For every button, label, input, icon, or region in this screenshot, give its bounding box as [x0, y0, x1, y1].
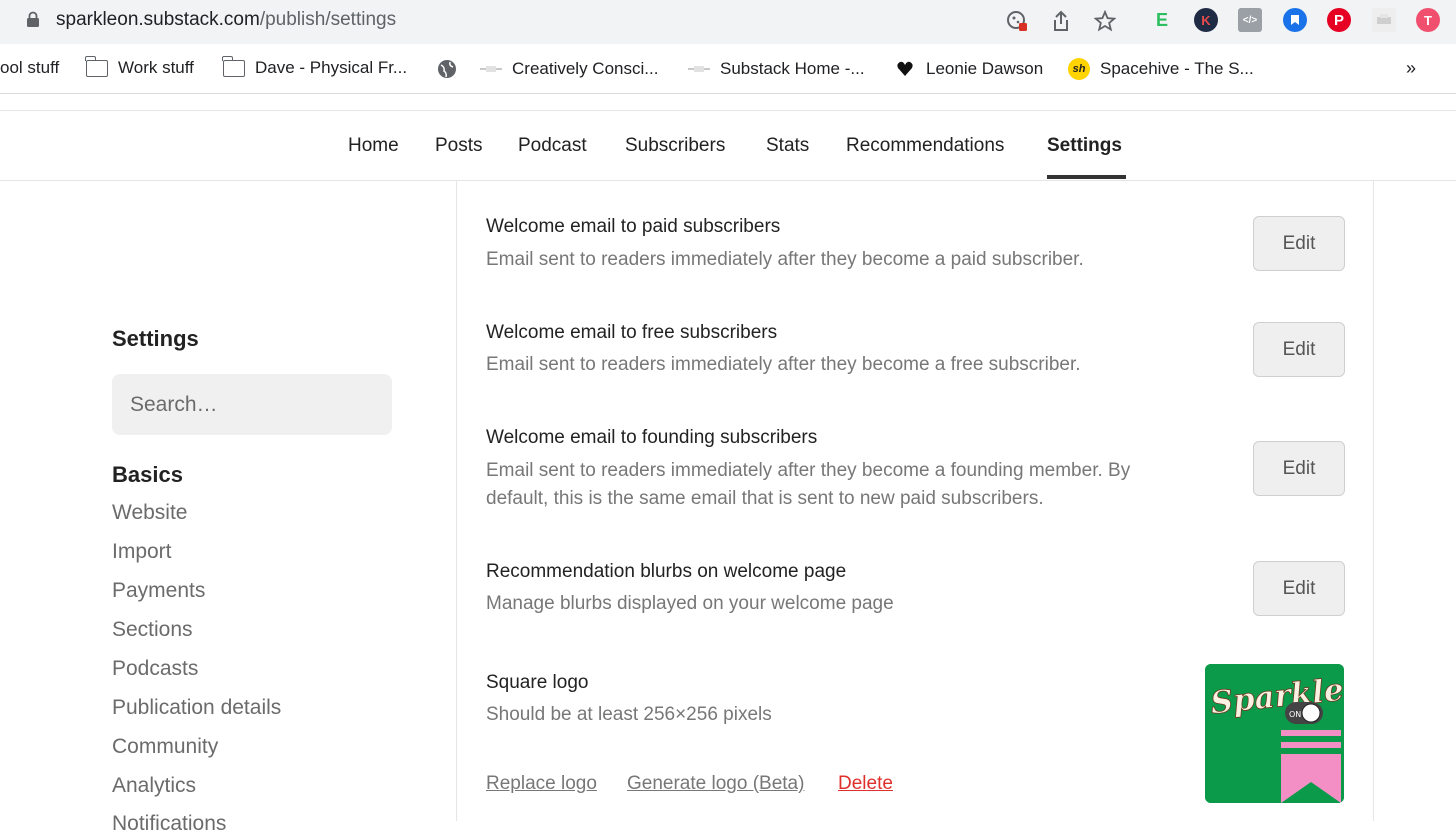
square-logo-description: Should be at least 256×256 pixels	[486, 704, 772, 725]
settings-search-input[interactable]	[112, 374, 392, 435]
bookmark-folder-work-stuff[interactable]: Work stuff	[85, 55, 194, 78]
bookmark-item[interactable]: ool stuff	[0, 58, 59, 78]
folder-icon	[222, 55, 245, 77]
url-text[interactable]: sparkleon.substack.com/publish/settings	[56, 9, 396, 31]
sidebar-item-community[interactable]: Community	[112, 735, 218, 759]
sidebar-item-podcasts[interactable]: Podcasts	[112, 657, 198, 681]
bookmarks-bar: ool stuff Work stuff Dave - Physical Fr.…	[0, 44, 1456, 94]
site-favicon	[480, 58, 502, 80]
nav-recommendations[interactable]: Recommendations	[846, 135, 1004, 157]
nav-home[interactable]: Home	[348, 135, 399, 157]
bookmark-substack-home[interactable]: Substack Home -...	[688, 58, 865, 80]
sidebar-item-notifications[interactable]: Notifications	[112, 812, 226, 836]
sidebar-item-import[interactable]: Import	[112, 540, 172, 564]
cookie-blocked-icon[interactable]	[1004, 8, 1030, 34]
bookmark-folder-dave[interactable]: Dave - Physical Fr...	[222, 55, 407, 78]
sidebar-item-sections[interactable]: Sections	[112, 618, 193, 642]
edit-free-welcome-button[interactable]: Edit	[1253, 322, 1345, 377]
url-path: /publish/settings	[259, 9, 397, 30]
code-extension-icon[interactable]: </>	[1238, 8, 1262, 32]
evernote-icon[interactable]: E	[1150, 8, 1174, 32]
url-host: sparkleon.substack.com	[56, 9, 260, 30]
edit-recommendation-blurbs-button[interactable]: Edit	[1253, 561, 1345, 616]
site-favicon	[688, 58, 710, 80]
bookmark-spacehive[interactable]: sh Spacehive - The S...	[1068, 58, 1254, 80]
folder-icon	[85, 55, 108, 77]
pink-extension-icon[interactable]: T	[1416, 8, 1440, 32]
sidebar-item-publication-details[interactable]: Publication details	[112, 696, 281, 720]
bookmark-globe[interactable]	[436, 58, 458, 80]
nav-podcast[interactable]: Podcast	[518, 135, 587, 157]
sidebar-item-website[interactable]: Website	[112, 501, 187, 525]
setting-description: Email sent to readers immediately after …	[486, 249, 1084, 270]
pinterest-icon[interactable]: P	[1327, 8, 1351, 32]
setting-description: Email sent to readers immediately after …	[486, 460, 1131, 509]
nav-posts[interactable]: Posts	[435, 135, 483, 157]
setting-title: Recommendation blurbs on welcome page	[486, 561, 847, 582]
share-icon[interactable]	[1048, 8, 1074, 34]
globe-icon	[436, 58, 458, 80]
bookmark-extension-icon[interactable]	[1283, 8, 1307, 32]
spacehive-favicon: sh	[1068, 58, 1090, 80]
browser-toolbar: sparkleon.substack.com/publish/settings …	[0, 0, 1456, 44]
printer-extension-icon[interactable]	[1372, 8, 1396, 32]
replace-logo-link[interactable]: Replace logo	[486, 773, 597, 795]
bookmark-creatively-conscious[interactable]: Creatively Consci...	[480, 58, 658, 80]
sidebar-item-analytics[interactable]: Analytics	[112, 774, 196, 798]
logo-toggle-label: ON	[1289, 710, 1301, 719]
edit-paid-welcome-button[interactable]: Edit	[1253, 216, 1345, 271]
edit-founding-welcome-button[interactable]: Edit	[1253, 441, 1345, 496]
nav-settings[interactable]: Settings	[1047, 135, 1122, 157]
nav-stats[interactable]: Stats	[766, 135, 809, 157]
sidebar-title: Settings	[112, 326, 199, 351]
bookmark-star-icon[interactable]	[1092, 8, 1118, 34]
square-logo-image: Sparkle ON	[1205, 664, 1344, 803]
sidebar-section-basics[interactable]: Basics	[112, 462, 183, 488]
setting-description: Manage blurbs displayed on your welcome …	[486, 593, 894, 614]
content-divider	[1373, 181, 1374, 821]
lock-icon	[27, 11, 39, 27]
sidebar-divider	[456, 181, 457, 821]
active-tab-indicator	[1047, 175, 1126, 179]
bookmark-leonie-dawson[interactable]: Leonie Dawson	[894, 58, 1043, 80]
more-bookmarks-button[interactable]: »	[1406, 58, 1416, 79]
setting-title: Welcome email to paid subscribers	[486, 216, 781, 237]
k-extension-icon[interactable]: K	[1194, 8, 1218, 32]
publish-nav: Home Posts Podcast Subscribers Stats Rec…	[0, 111, 1456, 181]
sidebar-item-payments[interactable]: Payments	[112, 579, 205, 603]
setting-title: Welcome email to free subscribers	[486, 322, 778, 343]
delete-logo-link[interactable]: Delete	[838, 773, 893, 795]
generate-logo-link[interactable]: Generate logo (Beta)	[627, 773, 804, 795]
address-bar[interactable]: sparkleon.substack.com/publish/settings	[0, 0, 1130, 41]
square-logo-title: Square logo	[486, 672, 589, 693]
heart-favicon	[894, 58, 916, 80]
nav-subscribers[interactable]: Subscribers	[625, 135, 725, 157]
setting-title: Welcome email to founding subscribers	[486, 427, 818, 448]
setting-description: Email sent to readers immediately after …	[486, 354, 1081, 375]
